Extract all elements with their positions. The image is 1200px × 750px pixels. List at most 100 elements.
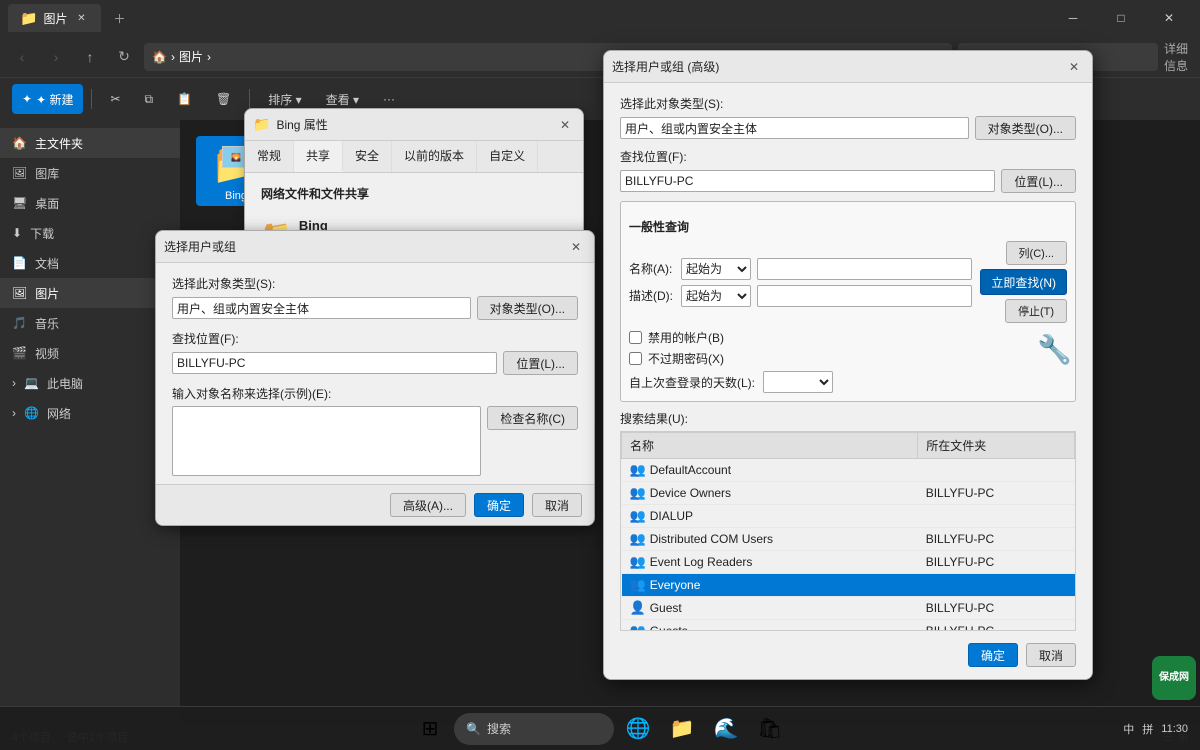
detail-btn[interactable]: 详细信息 <box>1164 43 1192 71</box>
tab-custom[interactable]: 自定义 <box>477 141 538 172</box>
tab-previous[interactable]: 以前的版本 <box>392 141 477 172</box>
sidebar-item-desktop[interactable]: 🖥 桌面 <box>0 188 180 218</box>
location-input[interactable] <box>172 352 497 374</box>
maximize-btn[interactable]: □ <box>1098 4 1144 32</box>
sidebar-item-videos[interactable]: 🎬 视频 <box>0 338 180 368</box>
path-label: 图片 <box>179 48 203 65</box>
bing-props-close[interactable]: ✕ <box>555 115 575 135</box>
days-select[interactable] <box>763 371 833 393</box>
desc-query-input[interactable] <box>757 285 972 307</box>
stop-btn[interactable]: 停止(T) <box>1005 299 1067 323</box>
result-name: 👥Event Log Readers <box>622 551 918 574</box>
taskbar-edge[interactable]: 🌊 <box>706 709 746 749</box>
sidebar-documents-label: 文档 <box>35 255 59 272</box>
network-icon: 🌐 <box>24 406 39 420</box>
columns-btn[interactable]: 列(C)... <box>1006 241 1067 265</box>
videos-icon: 🎬 <box>12 346 27 360</box>
name-query-input[interactable] <box>757 258 972 280</box>
input-method-zh[interactable]: 中 <box>1123 721 1134 737</box>
select-user-body: 选择此对象类型(S): 对象类型(O)... 查找位置(F): 位置(L)...… <box>156 263 594 525</box>
table-row[interactable]: 👥GuestsBILLYFU-PC <box>622 620 1075 632</box>
new-tab-btn[interactable]: ＋ <box>105 4 133 32</box>
table-row[interactable]: 👥Device OwnersBILLYFU-PC <box>622 482 1075 505</box>
home-sidebar-icon: 🏠 <box>12 136 27 150</box>
taskbar-files[interactable]: 🌐 <box>618 709 658 749</box>
table-row[interactable]: 👥DefaultAccount <box>622 459 1075 482</box>
adv-type-btn[interactable]: 对象类型(O)... <box>975 116 1076 140</box>
taskbar-explorer[interactable]: 📁 <box>662 709 702 749</box>
name-condition-select[interactable]: 起始为 <box>681 258 751 280</box>
close-btn[interactable]: ✕ <box>1146 4 1192 32</box>
results-scroll[interactable]: 名称 所在文件夹 👥DefaultAccount👥Device OwnersBI… <box>620 431 1076 631</box>
copy-btn[interactable]: ⧉ <box>135 84 164 114</box>
table-row[interactable]: 👤GuestBILLYFU-PC <box>622 597 1075 620</box>
table-row[interactable]: 👥Everyone <box>622 574 1075 597</box>
obj-type-btn[interactable]: 对象类型(O)... <box>477 296 578 320</box>
tab-share[interactable]: 共享 <box>294 141 343 172</box>
adv-type-input[interactable] <box>620 117 969 139</box>
table-row[interactable]: 👥DIALUP <box>622 505 1075 528</box>
cut-btn[interactable]: ✂ <box>100 84 130 114</box>
results-label: 搜索结果(U): <box>620 410 1076 427</box>
result-name: 👥Guests <box>622 620 918 632</box>
forward-btn[interactable]: › <box>42 43 70 71</box>
sidebar-item-this-pc[interactable]: › 💻 此电脑 <box>0 368 180 398</box>
taskbar-search[interactable]: 🔍 搜索 <box>454 713 614 745</box>
disabled-checkbox[interactable] <box>629 331 642 344</box>
sidebar-item-home[interactable]: 🏠 主文件夹 <box>0 128 180 158</box>
result-name: 👥Everyone <box>622 574 918 597</box>
sidebar-item-music[interactable]: 🎵 音乐 <box>0 308 180 338</box>
tab-close-btn[interactable]: ✕ <box>73 10 89 26</box>
watermark-logo: 保成网 <box>1152 656 1196 700</box>
days-label: 自上次查登录的天数(L): <box>629 374 755 391</box>
no-expire-row: 不过期密码(X) <box>629 350 1067 367</box>
noexpire-checkbox[interactable] <box>629 352 642 365</box>
explorer-tab[interactable]: 📁 图片 ✕ <box>8 4 101 32</box>
type-input[interactable] <box>172 297 471 319</box>
delete-btn[interactable]: 🗑 <box>206 84 241 114</box>
result-location: BILLYFU-PC <box>918 482 1075 505</box>
bing-props-icon: 📁 <box>253 116 270 133</box>
adv-location-input[interactable] <box>620 170 995 192</box>
input-method-pin[interactable]: 拼 <box>1142 721 1153 737</box>
sidebar-item-network[interactable]: › 🌐 网络 <box>0 398 180 428</box>
advanced-btn[interactable]: 高级(A)... <box>390 493 466 517</box>
search-now-btn[interactable]: 立即查找(N) <box>980 269 1067 295</box>
check-name-btn[interactable]: 检查名称(C) <box>487 406 578 430</box>
adv-location-label: 查找位置(F): <box>620 148 1076 165</box>
table-row[interactable]: 👥Distributed COM UsersBILLYFU-PC <box>622 528 1075 551</box>
row-icon: 👥 <box>630 577 646 592</box>
up-btn[interactable]: ↑ <box>76 43 104 71</box>
desc-query-label: 描述(D): <box>629 287 675 304</box>
select-user-close[interactable]: ✕ <box>566 237 586 257</box>
advanced-close[interactable]: ✕ <box>1064 57 1084 77</box>
location-btn[interactable]: 位置(L)... <box>503 351 578 375</box>
name-input[interactable] <box>172 406 481 476</box>
user-cancel-btn[interactable]: 取消 <box>532 493 582 517</box>
back-btn[interactable]: ‹ <box>8 43 36 71</box>
paste-btn[interactable]: 📋 <box>167 84 202 114</box>
tab-general[interactable]: 常规 <box>245 141 294 172</box>
new-btn[interactable]: ✦ ✦ 新建 <box>12 84 83 114</box>
sidebar-item-pictures[interactable]: 🖼 图片 <box>0 278 180 308</box>
refresh-btn[interactable]: ↻ <box>110 43 138 71</box>
tab-security[interactable]: 安全 <box>343 141 392 172</box>
table-row[interactable]: 👥Event Log ReadersBILLYFU-PC <box>622 551 1075 574</box>
new-icon: ✦ <box>22 92 32 106</box>
sidebar-item-gallery[interactable]: 🖼 图库 <box>0 158 180 188</box>
sidebar-item-downloads[interactable]: ⬇ 下载 <box>0 218 180 248</box>
desc-condition-select[interactable]: 起始为 <box>681 285 751 307</box>
user-ok-btn[interactable]: 确定 <box>474 493 524 517</box>
start-btn[interactable]: ⊞ <box>410 709 450 749</box>
taskbar-time: 11:30 <box>1161 723 1188 735</box>
minimize-btn[interactable]: ─ <box>1050 4 1096 32</box>
sidebar-item-documents[interactable]: 📄 文档 <box>0 248 180 278</box>
adv-ok-btn[interactable]: 确定 <box>968 643 1018 667</box>
result-location <box>918 574 1075 597</box>
result-location: BILLYFU-PC <box>918 620 1075 632</box>
adv-location-btn[interactable]: 位置(L)... <box>1001 169 1076 193</box>
taskbar-store[interactable]: 🛍 <box>750 709 790 749</box>
toolbar-separator-2 <box>249 89 250 109</box>
adv-cancel-btn[interactable]: 取消 <box>1026 643 1076 667</box>
path-end-separator: › <box>207 50 211 64</box>
